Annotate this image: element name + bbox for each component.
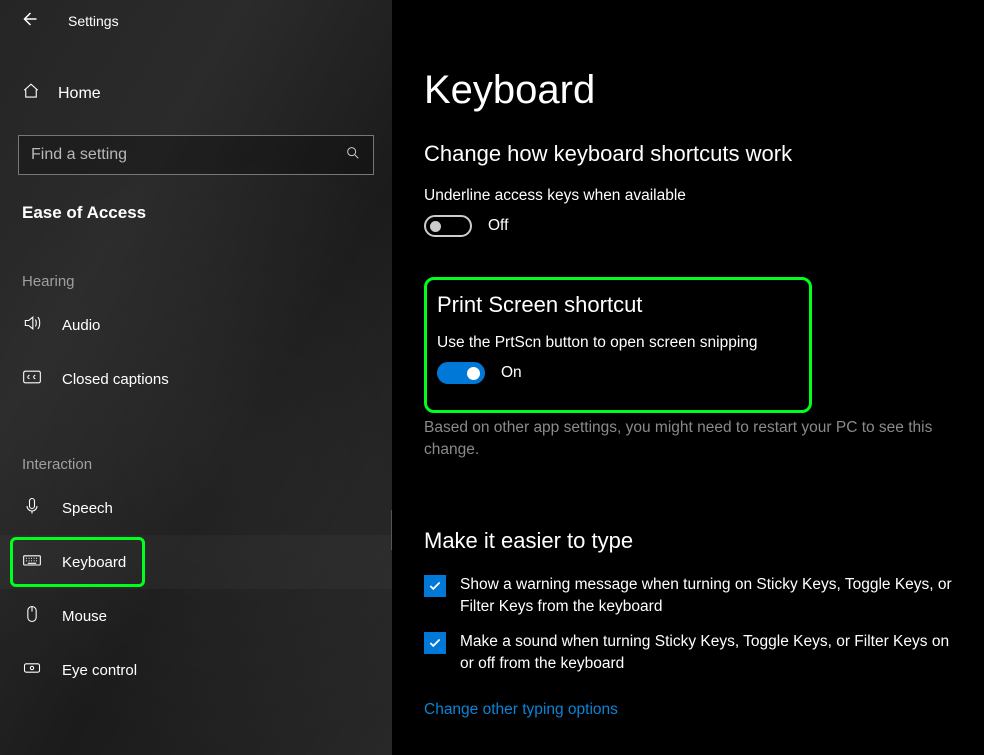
psc-toggle-state: On [501, 364, 522, 382]
checkbox-warning-label: Show a warning message when turning on S… [460, 574, 959, 617]
psc-toggle[interactable] [437, 362, 485, 384]
sidebar-item-mouse[interactable]: Mouse [0, 589, 392, 643]
sidebar: Settings Home Ease of Access Hearing Aud… [0, 0, 392, 755]
change-typing-options-link[interactable]: Change other typing options [424, 701, 618, 719]
sidebar-item-label: Mouse [62, 608, 107, 625]
app-title: Settings [68, 13, 119, 29]
underline-toggle[interactable] [424, 215, 472, 237]
titlebar: Settings [0, 0, 392, 42]
sidebar-item-keyboard[interactable]: Keyboard [0, 535, 392, 589]
underline-label: Underline access keys when available [424, 187, 959, 205]
home-label: Home [58, 85, 101, 103]
checkbox-sound-label: Make a sound when turning Sticky Keys, T… [460, 631, 959, 674]
sidebar-item-label: Closed captions [62, 371, 169, 388]
search-input[interactable] [31, 146, 345, 164]
microphone-icon [22, 496, 42, 520]
psc-toggle-row: On [437, 362, 793, 384]
sidebar-item-label: Eye control [62, 662, 137, 679]
easier-heading: Make it easier to type [424, 528, 959, 554]
search-box[interactable] [18, 135, 374, 175]
easier-section: Make it easier to type Show a warning me… [424, 528, 959, 719]
checkbox-sound[interactable] [424, 632, 446, 654]
back-button[interactable] [20, 10, 38, 33]
checkbox-row-warning[interactable]: Show a warning message when turning on S… [424, 574, 959, 617]
sidebar-item-speech[interactable]: Speech [0, 481, 392, 535]
sidebar-item-eye-control[interactable]: Eye control [0, 643, 392, 697]
sidebar-item-label: Audio [62, 317, 100, 334]
home-icon [22, 82, 40, 105]
search-icon [345, 145, 361, 166]
page-title: Keyboard [424, 68, 959, 113]
psc-label: Use the PrtScn button to open screen sni… [437, 334, 793, 352]
divider [391, 510, 392, 550]
audio-icon [22, 313, 42, 337]
shortcuts-heading: Change how keyboard shortcuts work [424, 141, 959, 167]
sidebar-item-audio[interactable]: Audio [0, 298, 392, 352]
eye-icon [22, 658, 42, 682]
psc-note: Based on other app settings, you might n… [424, 417, 959, 462]
section-ease-of-access: Ease of Access [0, 203, 392, 223]
content-pane: Keyboard Change how keyboard shortcuts w… [392, 0, 984, 755]
keyboard-icon [22, 550, 42, 574]
underline-toggle-state: Off [488, 217, 508, 235]
psc-heading: Print Screen shortcut [437, 292, 793, 318]
checkbox-row-sound[interactable]: Make a sound when turning Sticky Keys, T… [424, 631, 959, 674]
underline-toggle-row: Off [424, 215, 959, 237]
checkbox-warning[interactable] [424, 575, 446, 597]
sidebar-item-label: Speech [62, 500, 113, 517]
sidebar-item-closed-captions[interactable]: Closed captions [0, 352, 392, 406]
sidebar-item-home[interactable]: Home [0, 70, 392, 117]
mouse-icon [22, 604, 42, 628]
print-screen-highlight-box: Print Screen shortcut Use the PrtScn but… [424, 277, 812, 413]
closed-captions-icon [22, 367, 42, 391]
group-interaction-label: Interaction [0, 456, 392, 473]
group-hearing-label: Hearing [0, 273, 392, 290]
sidebar-item-label: Keyboard [62, 554, 126, 571]
